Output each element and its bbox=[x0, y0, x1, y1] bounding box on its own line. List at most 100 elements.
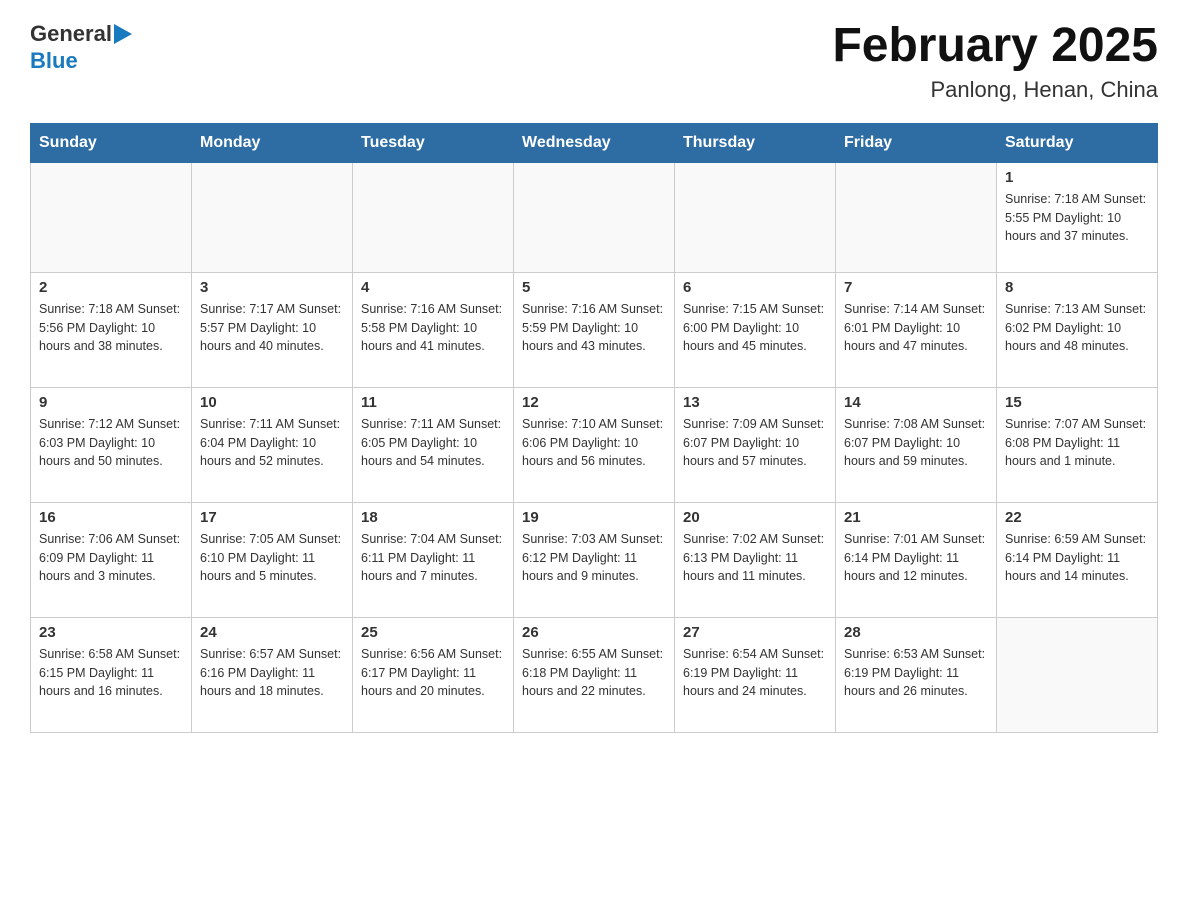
day-number: 27 bbox=[683, 624, 827, 641]
day-number: 5 bbox=[522, 279, 666, 296]
day-info: Sunrise: 7:17 AM Sunset: 5:57 PM Dayligh… bbox=[200, 300, 344, 356]
calendar-cell bbox=[353, 162, 514, 272]
calendar-cell: 2 Sunrise: 7:18 AM Sunset: 5:56 PM Daylig… bbox=[31, 272, 192, 387]
day-info: Sunrise: 7:13 AM Sunset: 6:02 PM Dayligh… bbox=[1005, 300, 1149, 356]
day-info: Sunrise: 7:03 AM Sunset: 6:12 PM Dayligh… bbox=[522, 530, 666, 586]
day-number: 8 bbox=[1005, 279, 1149, 296]
day-info: Sunrise: 6:58 AM Sunset: 6:15 PM Dayligh… bbox=[39, 645, 183, 701]
day-number: 19 bbox=[522, 509, 666, 526]
day-header-sunday: Sunday bbox=[31, 123, 192, 162]
day-info: Sunrise: 6:53 AM Sunset: 6:19 PM Dayligh… bbox=[844, 645, 988, 701]
day-info: Sunrise: 7:14 AM Sunset: 6:01 PM Dayligh… bbox=[844, 300, 988, 356]
day-info: Sunrise: 7:04 AM Sunset: 6:11 PM Dayligh… bbox=[361, 530, 505, 586]
day-number: 21 bbox=[844, 509, 988, 526]
calendar-cell: 5 Sunrise: 7:16 AM Sunset: 5:59 PM Daylig… bbox=[514, 272, 675, 387]
day-number: 22 bbox=[1005, 509, 1149, 526]
day-number: 16 bbox=[39, 509, 183, 526]
calendar-cell: 23 Sunrise: 6:58 AM Sunset: 6:15 PM Dayli… bbox=[31, 617, 192, 732]
day-number: 3 bbox=[200, 279, 344, 296]
calendar-cell: 28 Sunrise: 6:53 AM Sunset: 6:19 PM Dayli… bbox=[836, 617, 997, 732]
day-info: Sunrise: 7:18 AM Sunset: 5:56 PM Dayligh… bbox=[39, 300, 183, 356]
week-row-3: 9 Sunrise: 7:12 AM Sunset: 6:03 PM Daylig… bbox=[31, 387, 1158, 502]
calendar-cell: 20 Sunrise: 7:02 AM Sunset: 6:13 PM Dayli… bbox=[675, 502, 836, 617]
day-header-tuesday: Tuesday bbox=[353, 123, 514, 162]
calendar-cell: 15 Sunrise: 7:07 AM Sunset: 6:08 PM Dayli… bbox=[997, 387, 1158, 502]
calendar-cell bbox=[31, 162, 192, 272]
calendar-cell: 10Sunrise: 7:11 AM Sunset: 6:04 PM Dayli… bbox=[192, 387, 353, 502]
day-number: 18 bbox=[361, 509, 505, 526]
calendar-cell bbox=[836, 162, 997, 272]
day-info: Sunrise: 7:11 AM Sunset: 6:05 PM Dayligh… bbox=[361, 415, 505, 471]
day-info: Sunrise: 7:10 AM Sunset: 6:06 PM Dayligh… bbox=[522, 415, 666, 471]
calendar-cell bbox=[675, 162, 836, 272]
calendar-cell: 9 Sunrise: 7:12 AM Sunset: 6:03 PM Daylig… bbox=[31, 387, 192, 502]
calendar-cell bbox=[997, 617, 1158, 732]
calendar-title-block: February 2025 Panlong, Henan, China bbox=[832, 20, 1158, 103]
day-info: Sunrise: 7:15 AM Sunset: 6:00 PM Dayligh… bbox=[683, 300, 827, 356]
day-number: 17 bbox=[200, 509, 344, 526]
calendar-cell: 12Sunrise: 7:10 AM Sunset: 6:06 PM Dayli… bbox=[514, 387, 675, 502]
week-row-5: 23 Sunrise: 6:58 AM Sunset: 6:15 PM Dayli… bbox=[31, 617, 1158, 732]
logo-general: General bbox=[30, 21, 112, 47]
calendar-cell: 21Sunrise: 7:01 AM Sunset: 6:14 PM Dayli… bbox=[836, 502, 997, 617]
calendar-cell: 24 Sunrise: 6:57 AM Sunset: 6:16 PM Dayli… bbox=[192, 617, 353, 732]
day-info: Sunrise: 6:56 AM Sunset: 6:17 PM Dayligh… bbox=[361, 645, 505, 701]
day-number: 2 bbox=[39, 279, 183, 296]
calendar-cell: 26Sunrise: 6:55 AM Sunset: 6:18 PM Dayli… bbox=[514, 617, 675, 732]
day-info: Sunrise: 7:12 AM Sunset: 6:03 PM Dayligh… bbox=[39, 415, 183, 471]
page-header: General Blue February 2025 Panlong, Hena… bbox=[30, 20, 1158, 103]
calendar-cell: 14 Sunrise: 7:08 AM Sunset: 6:07 PM Dayli… bbox=[836, 387, 997, 502]
week-row-1: 1 Sunrise: 7:18 AM Sunset: 5:55 PM Daylig… bbox=[31, 162, 1158, 272]
calendar-cell: 16Sunrise: 7:06 AM Sunset: 6:09 PM Dayli… bbox=[31, 502, 192, 617]
day-header-monday: Monday bbox=[192, 123, 353, 162]
day-number: 11 bbox=[361, 394, 505, 411]
logo: General Blue bbox=[30, 20, 136, 74]
calendar-cell: 3 Sunrise: 7:17 AM Sunset: 5:57 PM Daylig… bbox=[192, 272, 353, 387]
calendar-cell: 13Sunrise: 7:09 AM Sunset: 6:07 PM Dayli… bbox=[675, 387, 836, 502]
day-info: Sunrise: 6:57 AM Sunset: 6:16 PM Dayligh… bbox=[200, 645, 344, 701]
day-header-wednesday: Wednesday bbox=[514, 123, 675, 162]
day-info: Sunrise: 7:18 AM Sunset: 5:55 PM Dayligh… bbox=[1005, 190, 1149, 246]
day-number: 24 bbox=[200, 624, 344, 641]
day-info: Sunrise: 6:54 AM Sunset: 6:19 PM Dayligh… bbox=[683, 645, 827, 701]
calendar-cell: 19 Sunrise: 7:03 AM Sunset: 6:12 PM Dayli… bbox=[514, 502, 675, 617]
day-info: Sunrise: 6:59 AM Sunset: 6:14 PM Dayligh… bbox=[1005, 530, 1149, 586]
day-header-saturday: Saturday bbox=[997, 123, 1158, 162]
day-number: 9 bbox=[39, 394, 183, 411]
calendar-cell: 7 Sunrise: 7:14 AM Sunset: 6:01 PM Daylig… bbox=[836, 272, 997, 387]
day-number: 23 bbox=[39, 624, 183, 641]
day-number: 4 bbox=[361, 279, 505, 296]
week-row-2: 2 Sunrise: 7:18 AM Sunset: 5:56 PM Daylig… bbox=[31, 272, 1158, 387]
day-info: Sunrise: 7:16 AM Sunset: 5:58 PM Dayligh… bbox=[361, 300, 505, 356]
calendar-cell: 1 Sunrise: 7:18 AM Sunset: 5:55 PM Daylig… bbox=[997, 162, 1158, 272]
day-number: 6 bbox=[683, 279, 827, 296]
day-info: Sunrise: 7:16 AM Sunset: 5:59 PM Dayligh… bbox=[522, 300, 666, 356]
calendar-cell: 11 Sunrise: 7:11 AM Sunset: 6:05 PM Dayli… bbox=[353, 387, 514, 502]
calendar-cell: 17 Sunrise: 7:05 AM Sunset: 6:10 PM Dayli… bbox=[192, 502, 353, 617]
calendar-cell: 22 Sunrise: 6:59 AM Sunset: 6:14 PM Dayli… bbox=[997, 502, 1158, 617]
calendar-cell: 8 Sunrise: 7:13 AM Sunset: 6:02 PM Daylig… bbox=[997, 272, 1158, 387]
logo-icon bbox=[114, 20, 136, 48]
day-info: Sunrise: 7:09 AM Sunset: 6:07 PM Dayligh… bbox=[683, 415, 827, 471]
day-header-thursday: Thursday bbox=[675, 123, 836, 162]
day-info: Sunrise: 7:05 AM Sunset: 6:10 PM Dayligh… bbox=[200, 530, 344, 586]
day-number: 15 bbox=[1005, 394, 1149, 411]
day-info: Sunrise: 7:08 AM Sunset: 6:07 PM Dayligh… bbox=[844, 415, 988, 471]
calendar-cell bbox=[514, 162, 675, 272]
week-row-4: 16Sunrise: 7:06 AM Sunset: 6:09 PM Dayli… bbox=[31, 502, 1158, 617]
day-number: 20 bbox=[683, 509, 827, 526]
calendar-cell: 18 Sunrise: 7:04 AM Sunset: 6:11 PM Dayli… bbox=[353, 502, 514, 617]
day-number: 28 bbox=[844, 624, 988, 641]
day-number: 25 bbox=[361, 624, 505, 641]
calendar-header-row: SundayMondayTuesdayWednesdayThursdayFrid… bbox=[31, 123, 1158, 162]
calendar-cell: 25 Sunrise: 6:56 AM Sunset: 6:17 PM Dayli… bbox=[353, 617, 514, 732]
calendar-table: SundayMondayTuesdayWednesdayThursdayFrid… bbox=[30, 123, 1158, 733]
calendar-cell bbox=[192, 162, 353, 272]
calendar-title: February 2025 bbox=[832, 20, 1158, 73]
day-info: Sunrise: 7:07 AM Sunset: 6:08 PM Dayligh… bbox=[1005, 415, 1149, 471]
day-number: 1 bbox=[1005, 169, 1149, 186]
day-info: Sunrise: 7:02 AM Sunset: 6:13 PM Dayligh… bbox=[683, 530, 827, 586]
day-number: 14 bbox=[844, 394, 988, 411]
calendar-subtitle: Panlong, Henan, China bbox=[832, 77, 1158, 103]
day-number: 7 bbox=[844, 279, 988, 296]
